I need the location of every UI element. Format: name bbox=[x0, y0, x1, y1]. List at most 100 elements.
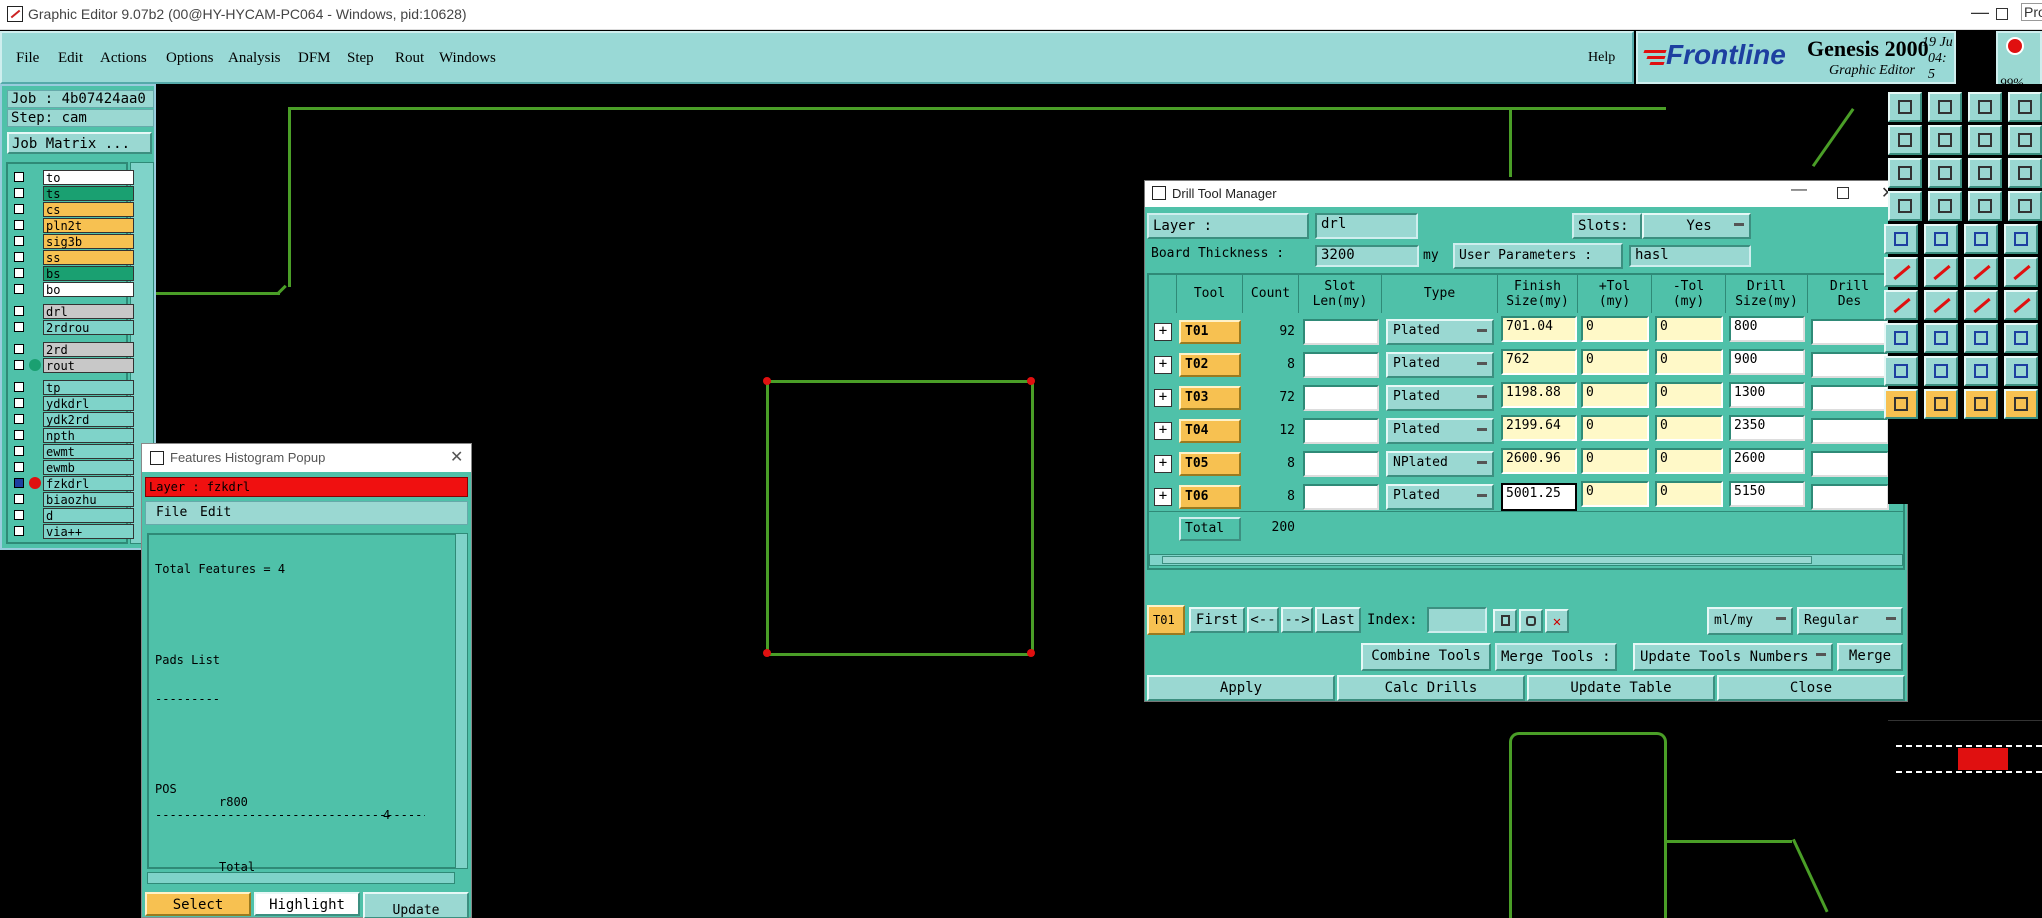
select-icon[interactable] bbox=[1964, 389, 1998, 419]
type-select[interactable]: Plated bbox=[1386, 319, 1494, 345]
layer-row-rout[interactable]: rout bbox=[10, 358, 134, 373]
menu-dfm[interactable]: DFM bbox=[298, 50, 331, 67]
type-select[interactable]: Plated bbox=[1386, 484, 1494, 510]
navigator-view-box[interactable] bbox=[1958, 748, 2008, 770]
slot-len-input[interactable] bbox=[1303, 418, 1379, 444]
calc-drills-button[interactable]: Calc Drills bbox=[1337, 675, 1525, 701]
layer-name[interactable]: pln2t bbox=[43, 218, 134, 233]
menu-options[interactable]: Options bbox=[166, 50, 214, 67]
slice-icon[interactable] bbox=[1884, 290, 1918, 320]
layer-checkbox[interactable] bbox=[14, 204, 24, 214]
layer-checkbox[interactable] bbox=[14, 526, 24, 536]
update-button[interactable]: Update bbox=[363, 892, 469, 918]
layer-name[interactable]: sig3b bbox=[43, 234, 134, 249]
ruler-icon[interactable] bbox=[1964, 224, 1998, 254]
layer-checkbox[interactable] bbox=[14, 188, 24, 198]
layer-row-tp[interactable]: tp bbox=[10, 380, 134, 395]
triangle-fill-icon[interactable] bbox=[1964, 356, 1998, 386]
layer-name[interactable]: ydk2rd bbox=[43, 412, 134, 427]
layer-checkbox[interactable] bbox=[14, 494, 24, 504]
layer-checkbox[interactable] bbox=[14, 382, 24, 392]
link-icon[interactable] bbox=[1888, 158, 1922, 188]
layer-checkbox[interactable] bbox=[14, 398, 24, 408]
menu-edit[interactable]: Edit bbox=[58, 50, 83, 67]
layer-name[interactable]: fzkdrl bbox=[43, 476, 134, 491]
layer-name[interactable]: tp bbox=[43, 380, 134, 395]
expand-icon[interactable]: + bbox=[1154, 389, 1172, 407]
cut-icon[interactable] bbox=[1924, 257, 1958, 287]
layer-name[interactable]: ewmb bbox=[43, 460, 134, 475]
highlight-button[interactable]: Highlight bbox=[254, 892, 360, 916]
layer-row-sig3b[interactable]: sig3b bbox=[10, 234, 134, 249]
layer-input[interactable]: drl bbox=[1315, 213, 1418, 239]
pick-icon[interactable] bbox=[1884, 389, 1918, 419]
redo-icon[interactable] bbox=[2008, 125, 2042, 155]
stop-icon[interactable] bbox=[2006, 37, 2024, 55]
draw-icon[interactable] bbox=[1924, 224, 1958, 254]
layer-row-d[interactable]: d bbox=[10, 508, 134, 523]
scale-icon[interactable] bbox=[1968, 158, 2002, 188]
layer-checkbox[interactable] bbox=[14, 306, 24, 316]
menu-actions[interactable]: Actions bbox=[100, 50, 147, 67]
plus-tol-input[interactable]: 0 bbox=[1581, 382, 1649, 408]
minimize-icon[interactable]: — bbox=[1971, 2, 1989, 23]
tool-id[interactable]: T02 bbox=[1179, 353, 1241, 377]
minus-tol-input[interactable]: 0 bbox=[1655, 481, 1723, 507]
layer-row-2rdrou[interactable]: 2rdrou bbox=[10, 320, 134, 335]
drill-size-input[interactable]: 1300 bbox=[1729, 382, 1805, 408]
board-thickness-input[interactable]: 3200 bbox=[1315, 245, 1419, 267]
plus-tol-input[interactable]: 0 bbox=[1581, 349, 1649, 375]
navigator-panel[interactable] bbox=[1888, 720, 2042, 918]
finish-size-input[interactable]: 701.04 bbox=[1501, 316, 1577, 342]
layer-row-ydk2rd[interactable]: ydk2rd bbox=[10, 412, 134, 427]
triangle-line-icon[interactable] bbox=[2004, 356, 2038, 386]
grid-icon[interactable] bbox=[2008, 191, 2042, 221]
slot-len-input[interactable] bbox=[1303, 352, 1379, 378]
finish-size-input[interactable]: 1198.88 bbox=[1501, 382, 1577, 408]
layer-row-to[interactable]: to bbox=[10, 170, 134, 185]
layer-row-drl[interactable]: drl bbox=[10, 304, 134, 319]
select-button[interactable]: Select bbox=[145, 892, 251, 916]
mode-select[interactable]: Regular bbox=[1797, 607, 1903, 635]
delete-tool-icon[interactable]: ✕ bbox=[1545, 609, 1569, 633]
slot-len-input[interactable] bbox=[1303, 484, 1379, 510]
menu-help[interactable]: Help bbox=[1588, 50, 1615, 66]
slots-select[interactable]: Yes bbox=[1642, 213, 1751, 239]
expand-icon[interactable]: + bbox=[1154, 422, 1172, 440]
layer-name[interactable]: 2rd bbox=[43, 342, 134, 357]
plus-tol-input[interactable]: 0 bbox=[1581, 316, 1649, 342]
index-input[interactable] bbox=[1427, 607, 1487, 633]
layer-checkbox[interactable] bbox=[14, 236, 24, 246]
user-parameters-input[interactable]: hasl bbox=[1629, 245, 1751, 267]
export-icon[interactable] bbox=[1928, 92, 1962, 122]
finish-size-input[interactable]: 762 bbox=[1501, 349, 1577, 375]
slot-len-input[interactable] bbox=[1303, 451, 1379, 477]
layer-checkbox[interactable] bbox=[14, 430, 24, 440]
layer-checkbox[interactable] bbox=[14, 252, 24, 262]
layer-row-pln2t[interactable]: pln2t bbox=[10, 218, 134, 233]
minus-tol-input[interactable]: 0 bbox=[1655, 316, 1723, 342]
layer-name[interactable]: ydkdrl bbox=[43, 396, 134, 411]
drill-des-input[interactable] bbox=[1811, 418, 1889, 444]
drill-des-input[interactable] bbox=[1811, 385, 1889, 411]
popup-menu-file[interactable]: File bbox=[156, 505, 187, 520]
search-tool-icon[interactable] bbox=[1493, 609, 1517, 633]
panel-icon[interactable] bbox=[1888, 191, 1922, 221]
layer-name[interactable]: 2rdrou bbox=[43, 320, 134, 335]
layer-checkbox[interactable] bbox=[14, 478, 24, 488]
drill-size-input[interactable]: 5150 bbox=[1729, 481, 1805, 507]
job-matrix-button[interactable]: Job Matrix ... bbox=[7, 132, 152, 154]
layer-row-ewmt[interactable]: ewmt bbox=[10, 444, 134, 459]
layer-name[interactable]: biaozhu bbox=[43, 492, 134, 507]
layer-checkbox[interactable] bbox=[14, 268, 24, 278]
layer-name[interactable]: via++ bbox=[43, 524, 134, 539]
stretch-icon[interactable] bbox=[1884, 224, 1918, 254]
table-hscrollbar[interactable] bbox=[1149, 554, 1903, 566]
drill-des-input[interactable] bbox=[1811, 484, 1889, 510]
type-select[interactable]: Plated bbox=[1386, 385, 1494, 411]
minus-tol-input[interactable]: 0 bbox=[1655, 349, 1723, 375]
target-icon[interactable] bbox=[2004, 224, 2038, 254]
layer-checkbox[interactable] bbox=[14, 172, 24, 182]
expand-icon[interactable]: + bbox=[1154, 356, 1172, 374]
merge-button[interactable]: Merge bbox=[1837, 643, 1903, 671]
